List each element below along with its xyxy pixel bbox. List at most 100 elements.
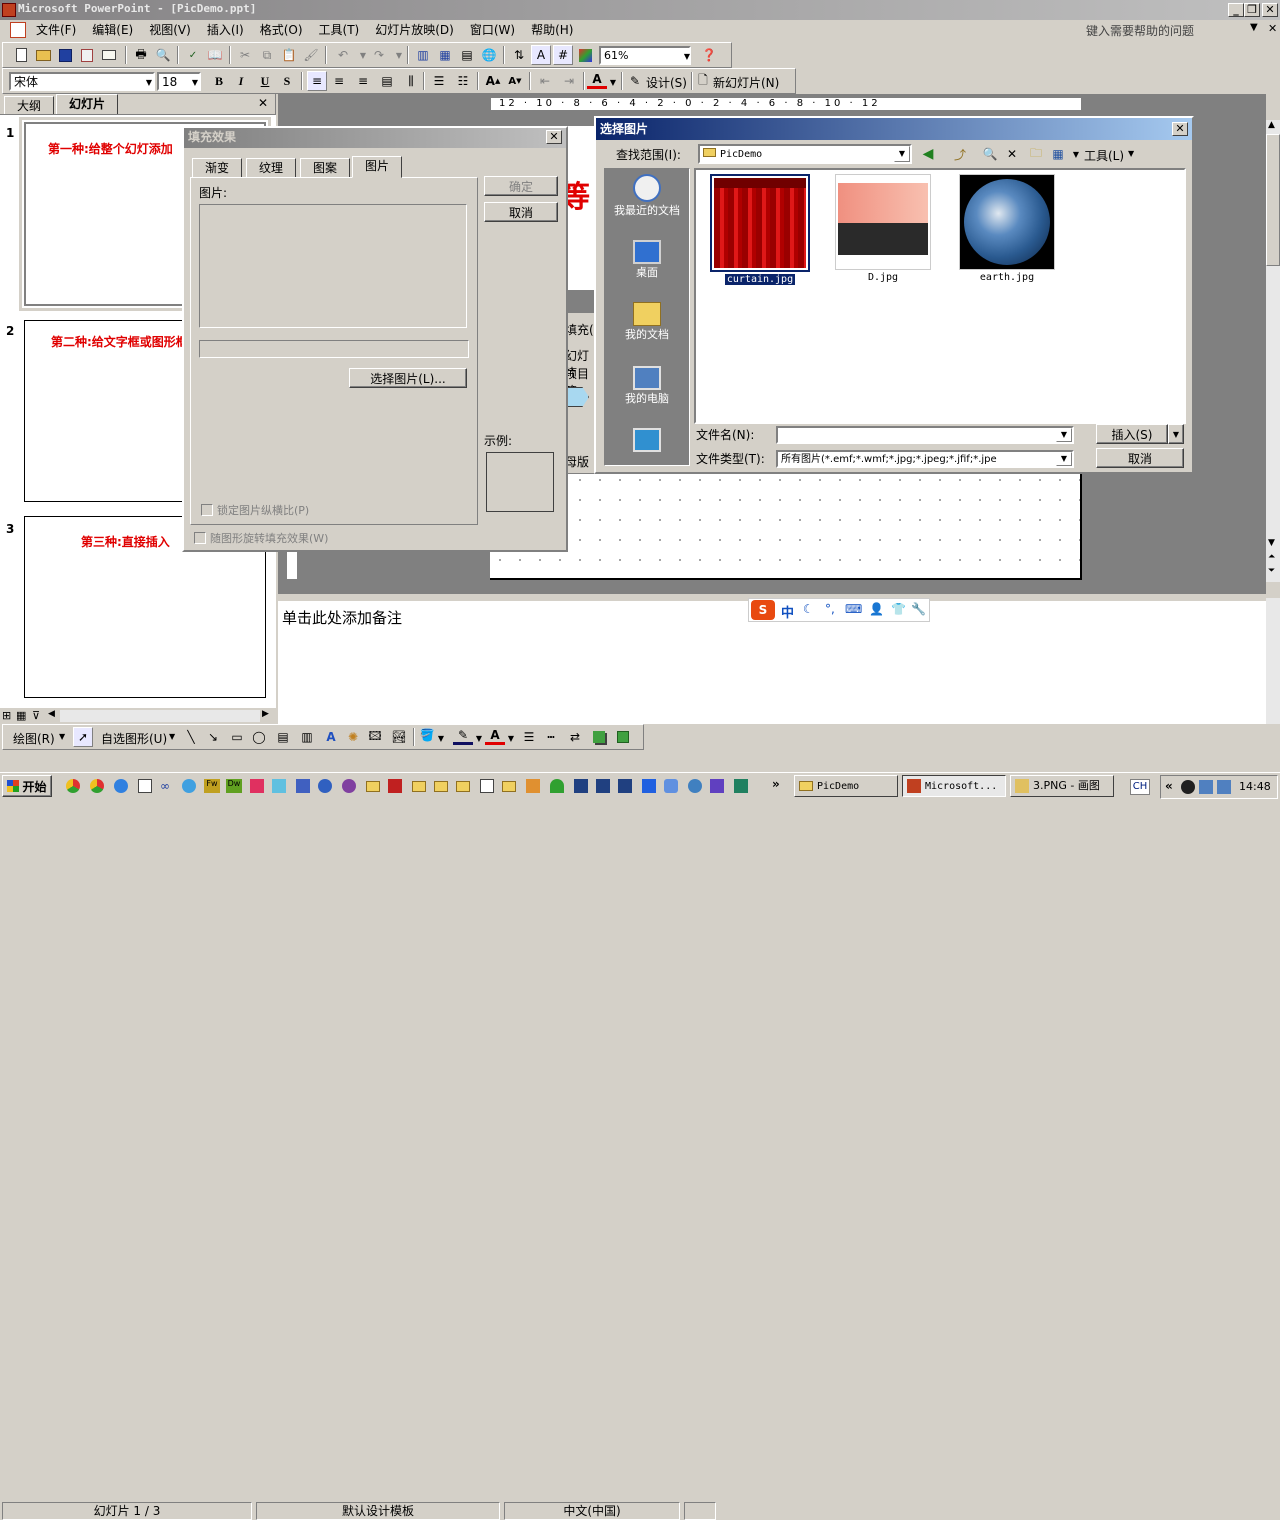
select-objects-icon[interactable]: ➚: [73, 727, 93, 747]
place-desktop[interactable]: 桌面: [610, 240, 684, 280]
filename-input[interactable]: [776, 426, 1074, 444]
hscrollbar[interactable]: [60, 710, 260, 722]
font-color-dropdown-icon[interactable]: ▼: [603, 72, 623, 92]
zoom-dropdown-icon[interactable]: ▼: [677, 46, 697, 66]
increase-indent-icon[interactable]: ⇥: [559, 71, 579, 91]
quicklaunch-app25-icon[interactable]: [618, 779, 632, 793]
hyperlink-icon[interactable]: 🌐: [479, 45, 499, 65]
menu-help[interactable]: 帮助(H): [523, 20, 581, 40]
scroll-left-icon[interactable]: ◀: [48, 709, 55, 719]
align-right-icon[interactable]: ≡: [353, 71, 373, 91]
diagram-icon[interactable]: ✺: [343, 727, 363, 747]
place-my-documents[interactable]: 我的文档: [610, 302, 684, 342]
skin-icon[interactable]: 👕: [891, 602, 906, 616]
picture-icon[interactable]: 🏞: [389, 727, 409, 747]
tab-texture[interactable]: 纹理: [246, 158, 297, 178]
numbering-icon[interactable]: ☰: [429, 71, 449, 91]
undo-icon[interactable]: ↶: [333, 45, 353, 65]
close-panel-icon[interactable]: ✕: [258, 96, 268, 110]
tools-dropdown-icon[interactable]: ▼: [1128, 149, 1134, 158]
quicklaunch-folder5-icon[interactable]: [502, 781, 516, 792]
tab-picture[interactable]: 图片: [352, 156, 403, 178]
document-icon[interactable]: [10, 22, 26, 38]
quicklaunch-folder2-icon[interactable]: [412, 781, 426, 792]
vertical-scrollbar[interactable]: ▲ ▼ ⏶ ⏷: [1266, 120, 1280, 582]
cut-icon[interactable]: ✂: [235, 45, 255, 65]
quicklaunch-app26-icon[interactable]: [642, 779, 656, 793]
quicklaunch-app30-icon[interactable]: [734, 779, 748, 793]
dash-style-icon[interactable]: ┅: [541, 727, 561, 747]
email-icon[interactable]: [99, 45, 119, 65]
network-tray-icon[interactable]: [1199, 780, 1213, 794]
look-in-dropdown-icon[interactable]: ▼: [894, 146, 910, 162]
tray-expand-icon[interactable]: «: [1165, 779, 1173, 793]
autoshapes-dropdown-icon[interactable]: ▼: [169, 732, 175, 741]
rotate-with-shape-checkbox[interactable]: [194, 532, 206, 544]
copy-icon[interactable]: ⧉: [257, 45, 277, 65]
select-picture-button[interactable]: 选择图片(L)...: [349, 368, 467, 388]
lock-aspect-checkbox[interactable]: [201, 504, 213, 516]
quicklaunch-app13-icon[interactable]: [342, 779, 356, 793]
quicklaunch-fireworks-icon[interactable]: Fw: [204, 779, 220, 793]
wrench-icon[interactable]: 🔧: [911, 602, 926, 616]
font-dropdown-icon[interactable]: ▼: [139, 72, 159, 92]
help-search-input[interactable]: 键入需要帮助的问题: [1086, 22, 1194, 39]
menu-format[interactable]: 格式(O): [252, 20, 311, 40]
show-formatting-icon[interactable]: A: [531, 45, 551, 65]
back-icon[interactable]: ◀: [918, 144, 938, 164]
align-left-icon[interactable]: ≡: [307, 71, 327, 91]
draw-dropdown-icon[interactable]: ▼: [59, 732, 65, 741]
arrow-icon[interactable]: ↘: [203, 727, 223, 747]
increase-font-icon[interactable]: A ▲: [483, 71, 503, 91]
quicklaunch-app11-icon[interactable]: [296, 779, 310, 793]
vertical-textbox-icon[interactable]: ▥: [297, 727, 317, 747]
rectangle-icon[interactable]: ▭: [227, 727, 247, 747]
punctuation-icon[interactable]: °,: [825, 602, 835, 616]
task-picdemo[interactable]: PicDemo: [794, 775, 898, 797]
menu-slideshow[interactable]: 幻灯片放映(D): [367, 20, 462, 40]
open-icon[interactable]: [33, 45, 53, 65]
draw-font-color-dropdown-icon[interactable]: ▼: [501, 728, 521, 748]
fill-dialog-close-button[interactable]: ✕: [546, 130, 562, 144]
up-folder-icon[interactable]: ⤴: [950, 144, 970, 164]
new-slide-icon[interactable]: 🗋: [693, 71, 713, 91]
menu-edit[interactable]: 编辑(E): [84, 20, 141, 40]
quicklaunch-app27-icon[interactable]: [664, 779, 678, 793]
font-select[interactable]: 宋体: [9, 72, 155, 91]
format-painter-icon[interactable]: 🖌: [301, 45, 321, 65]
slideshow-view-icon[interactable]: ⊽: [32, 709, 40, 722]
quicklaunch-app6-icon[interactable]: [182, 779, 196, 793]
minimize-button[interactable]: _: [1228, 3, 1244, 17]
oval-icon[interactable]: ◯: [249, 727, 269, 747]
scroll-thumb[interactable]: [1266, 134, 1280, 266]
columns-icon[interactable]: ⫼: [401, 71, 421, 91]
file-item[interactable]: earth.jpg: [958, 174, 1056, 283]
quicklaunch-app12-icon[interactable]: [318, 779, 332, 793]
quicklaunch-app23-icon[interactable]: [574, 779, 588, 793]
tab-pattern[interactable]: 图案: [300, 158, 351, 178]
normal-view-icon[interactable]: ⊞: [2, 709, 11, 722]
keyboard-icon[interactable]: ⌨: [845, 602, 862, 616]
research-icon[interactable]: 📖: [205, 45, 225, 65]
views-icon[interactable]: ▦: [1048, 144, 1068, 164]
user-icon[interactable]: 👤: [869, 602, 884, 616]
insert-cancel-button[interactable]: 取消: [1096, 448, 1184, 468]
close-button[interactable]: ✕: [1262, 3, 1278, 17]
file-item[interactable]: D.jpg: [834, 174, 932, 283]
align-center-icon[interactable]: ≡: [329, 71, 349, 91]
moon-icon[interactable]: ☾: [803, 602, 814, 616]
quicklaunch-folder-icon[interactable]: [366, 781, 380, 792]
scroll-up-icon[interactable]: ▲: [1268, 120, 1275, 130]
quicklaunch-folder3-icon[interactable]: [434, 781, 448, 792]
ime-indicator[interactable]: CH: [1130, 779, 1150, 795]
quicklaunch-chrome2-icon[interactable]: [90, 779, 104, 793]
scroll-down-icon[interactable]: ▼: [1268, 538, 1275, 548]
size-dropdown-icon[interactable]: ▼: [185, 72, 205, 92]
quicklaunch-app5-icon[interactable]: ∞: [160, 779, 174, 793]
quicklaunch-app4-icon[interactable]: [138, 779, 152, 793]
bullets-icon[interactable]: ☷: [453, 71, 473, 91]
menu-window[interactable]: 窗口(W): [462, 20, 523, 40]
insert-button[interactable]: 插入(S): [1096, 424, 1168, 444]
delete-icon[interactable]: ✕: [1002, 144, 1022, 164]
fill-dropdown-icon[interactable]: ▼: [431, 728, 451, 748]
